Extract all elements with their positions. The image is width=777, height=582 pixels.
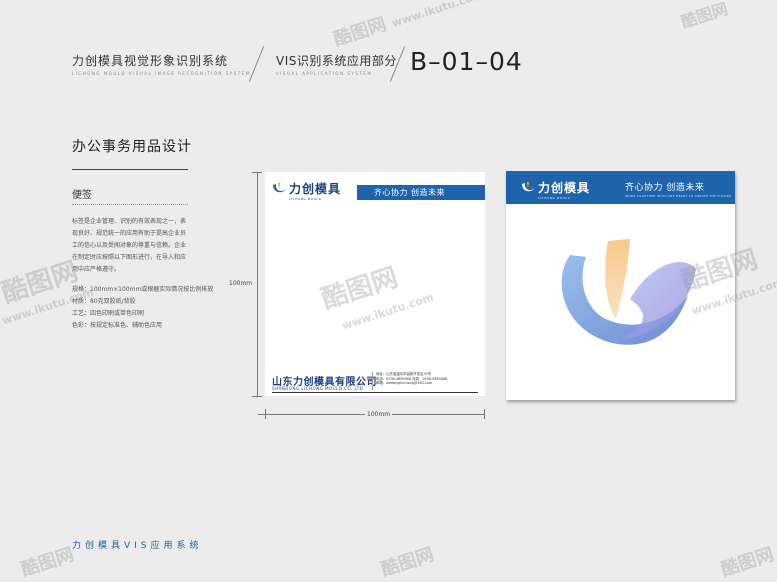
notepad-back: 力创模具 LICHONG MOULD 齐心协力 创造未来 WORK TOGETH… bbox=[506, 171, 735, 400]
watermark: 酷图网 www.ikutu.com bbox=[331, 0, 486, 51]
spec-material: 材质：80克双胶纸/背胶 bbox=[72, 298, 136, 305]
spec-size: 规格：100mm×100mm或根据实际情况按比例排放 bbox=[72, 286, 214, 293]
description-text: 标签是企业管理、识别的有效表现之一，表现良好、规范统一的应用有助于提高企业员工的… bbox=[72, 218, 187, 273]
logo-text: 力创模具 bbox=[538, 181, 591, 195]
header-subtitle: VIS识别系统应用部分 bbox=[276, 54, 397, 68]
header-title-en: LICHONG MOULD VISUAL IMAGE RECOGNITION S… bbox=[72, 71, 251, 76]
logo-text: 力创模具 bbox=[289, 182, 342, 196]
notepad-front: 力创模具 LICHONG MOULD 齐心协力 创造未来 山东力创模具有限公司 … bbox=[265, 172, 485, 396]
logo-text-en: LICHONG MOULD bbox=[289, 197, 322, 201]
contact-divider bbox=[372, 372, 373, 390]
dimension-tick bbox=[265, 409, 266, 419]
contact-block: 地址：山东省潍坊市高新开发区37号 电话：0536-5885088 传真：053… bbox=[376, 372, 447, 386]
item-title: 便签 bbox=[72, 190, 92, 201]
dimension-tick bbox=[484, 409, 485, 419]
height-label: 100mm bbox=[229, 280, 253, 287]
contact-email: 邮箱：weifanglichuang@163.com bbox=[376, 381, 433, 386]
header-subtitle-en: VISUAL APPLICATION SYSTEM bbox=[276, 71, 373, 76]
header-divider bbox=[248, 46, 265, 82]
dimension-tick bbox=[252, 396, 262, 397]
watermark: 酷图网 bbox=[678, 0, 731, 32]
page-footer: 力创模具VIS应用系统 bbox=[72, 541, 203, 551]
width-label: 100mm bbox=[365, 411, 393, 418]
watermark: 酷图网 bbox=[18, 544, 77, 581]
spec-process: 工艺：四色印刷或单色印刷 bbox=[72, 310, 145, 317]
large-brand-mark-icon bbox=[561, 239, 696, 345]
logo-mark-icon bbox=[522, 181, 535, 191]
slogan-text: 齐心协力 创造未来 bbox=[374, 188, 446, 197]
company-name-en: SHANDONG LICHONG MOULD CO.,LTD bbox=[272, 386, 364, 391]
header-title: 力创模具视觉形象识别系统 bbox=[72, 54, 229, 68]
header-band: 力创模具 LICHONG MOULD 齐心协力 创造未来 WORK TOGETH… bbox=[506, 171, 735, 204]
page-code: B–01–04 bbox=[410, 47, 523, 76]
slogan-text-en: WORK TOGETHER WITH ONE HEART TO CREATE T… bbox=[625, 194, 732, 198]
spec-list: 规格：100mm×100mm或根据实际情况按比例排放 材质：80克双胶纸/背胶 … bbox=[72, 284, 214, 332]
dimension-tick bbox=[252, 172, 262, 173]
logo-mark-icon bbox=[273, 182, 286, 192]
height-dimension-line bbox=[257, 172, 258, 397]
brand-logo-white: 力创模具 bbox=[520, 179, 590, 196]
watermark: 酷图网 bbox=[378, 544, 437, 581]
spec-color: 色彩：按规定标准色、辅助色应用 bbox=[72, 322, 163, 329]
footer-rule bbox=[272, 392, 478, 393]
slogan-text: 齐心协力 创造未来 bbox=[625, 183, 705, 193]
dotted-divider bbox=[72, 204, 188, 205]
section-title: 办公事务用品设计 bbox=[72, 139, 192, 155]
slogan-strip: 齐心协力 创造未来 bbox=[357, 185, 485, 200]
watermark: 酷图网 bbox=[0, 256, 82, 310]
section-underline bbox=[72, 169, 188, 170]
logo-text-en: LICHONG MOULD bbox=[538, 196, 571, 200]
watermark: 酷图网 bbox=[718, 544, 777, 581]
brand-logo: 力创模具 bbox=[271, 180, 341, 197]
